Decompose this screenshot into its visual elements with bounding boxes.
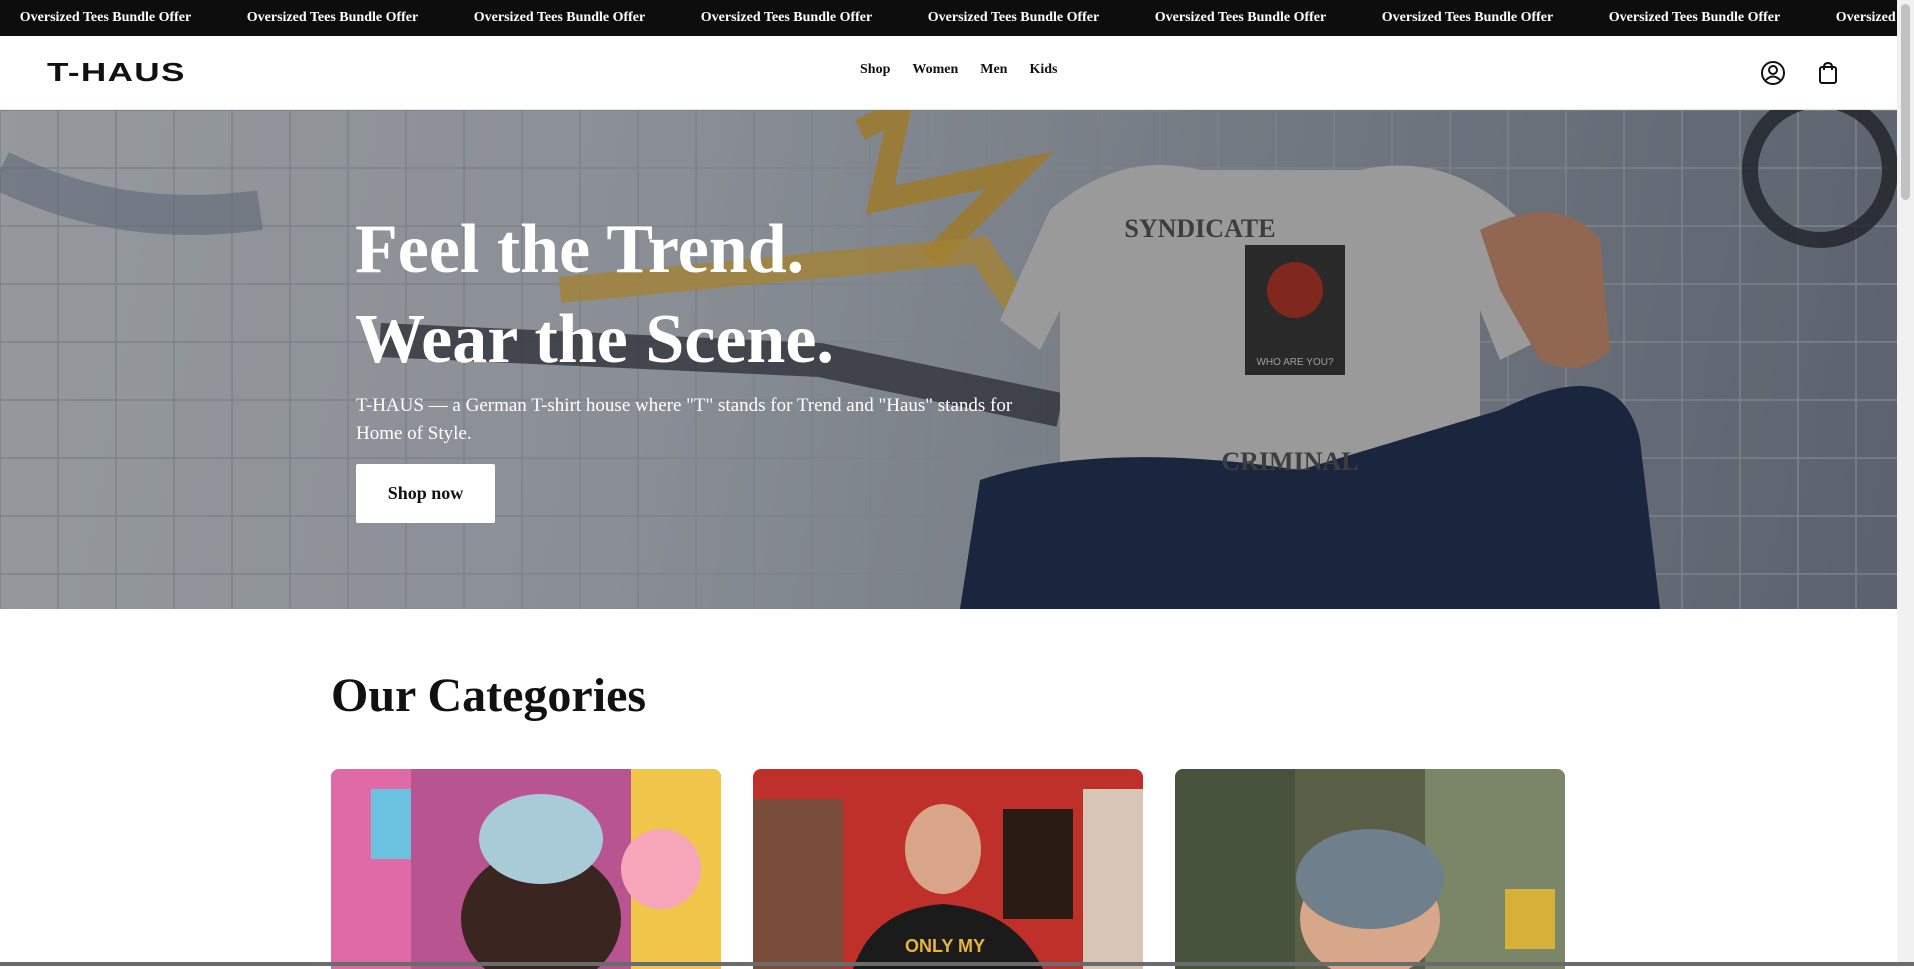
announcement-item[interactable]: Oversized Tees Bundle Offer	[219, 0, 446, 36]
categories-title: Our Categories	[331, 669, 647, 722]
shop-now-button[interactable]: Shop now	[356, 464, 495, 523]
scrollbar-thumb[interactable]	[1901, 4, 1910, 200]
nav-women[interactable]: Women	[912, 62, 958, 78]
site-logo[interactable]: T-HAUS	[47, 57, 186, 88]
main-nav: Shop Women Men Kids	[860, 62, 1079, 78]
hero-banner: SYNDICATE WHO ARE YOU? CRIMINAL Feel the…	[0, 110, 1897, 609]
men-category-photo	[331, 769, 721, 969]
announcement-item[interactable]: Oversized Tees Bundle Offer	[1808, 0, 1897, 36]
category-card-women[interactable]: ONLY MY	[753, 769, 1143, 969]
announcement-item[interactable]: Oversized Tees Bundle Offer	[673, 0, 900, 36]
hero-overlay	[0, 110, 1897, 609]
announcement-item[interactable]: Oversized Tees Bundle Offer	[446, 0, 673, 36]
site-header: T-HAUS Shop Women Men Kids	[0, 36, 1897, 110]
hero-subtitle: T-HAUS — a German T-shirt house where "T…	[356, 395, 1013, 444]
women-category-photo: ONLY MY	[753, 769, 1143, 969]
category-cards: ONLY MY	[331, 769, 1565, 969]
kids-category-photo	[1175, 769, 1565, 969]
announcement-item[interactable]: Oversized Tees Bundle Offer	[1127, 0, 1354, 36]
announcement-item[interactable]: Oversized Tees Bundle Offer	[900, 0, 1127, 36]
svg-text:ONLY MY: ONLY MY	[905, 936, 985, 956]
announcement-item[interactable]: Oversized Tees Bundle Offer	[0, 0, 219, 36]
account-icon[interactable]	[1759, 59, 1787, 87]
cart-icon[interactable]	[1814, 59, 1842, 87]
category-card-kids[interactable]	[1175, 769, 1565, 969]
nav-shop[interactable]: Shop	[860, 62, 890, 78]
announcement-track: Oversized Tees Bundle Offer Oversized Te…	[0, 0, 1897, 36]
hero-title-line2: Wear the Scene.	[355, 301, 834, 378]
nav-men[interactable]: Men	[980, 62, 1007, 78]
page-scrollbar[interactable]	[1897, 0, 1914, 966]
nav-kids[interactable]: Kids	[1029, 62, 1057, 78]
announcement-item[interactable]: Oversized Tees Bundle Offer	[1581, 0, 1808, 36]
window-bottom-edge	[0, 962, 1914, 966]
hero-title-line1: Feel the Trend.	[355, 211, 805, 288]
category-card-men[interactable]	[331, 769, 721, 969]
announcement-bar: Oversized Tees Bundle Offer Oversized Te…	[0, 0, 1897, 36]
announcement-item[interactable]: Oversized Tees Bundle Offer	[1354, 0, 1581, 36]
hero-title: Feel the Trend. Wear the Scene.	[355, 205, 834, 385]
